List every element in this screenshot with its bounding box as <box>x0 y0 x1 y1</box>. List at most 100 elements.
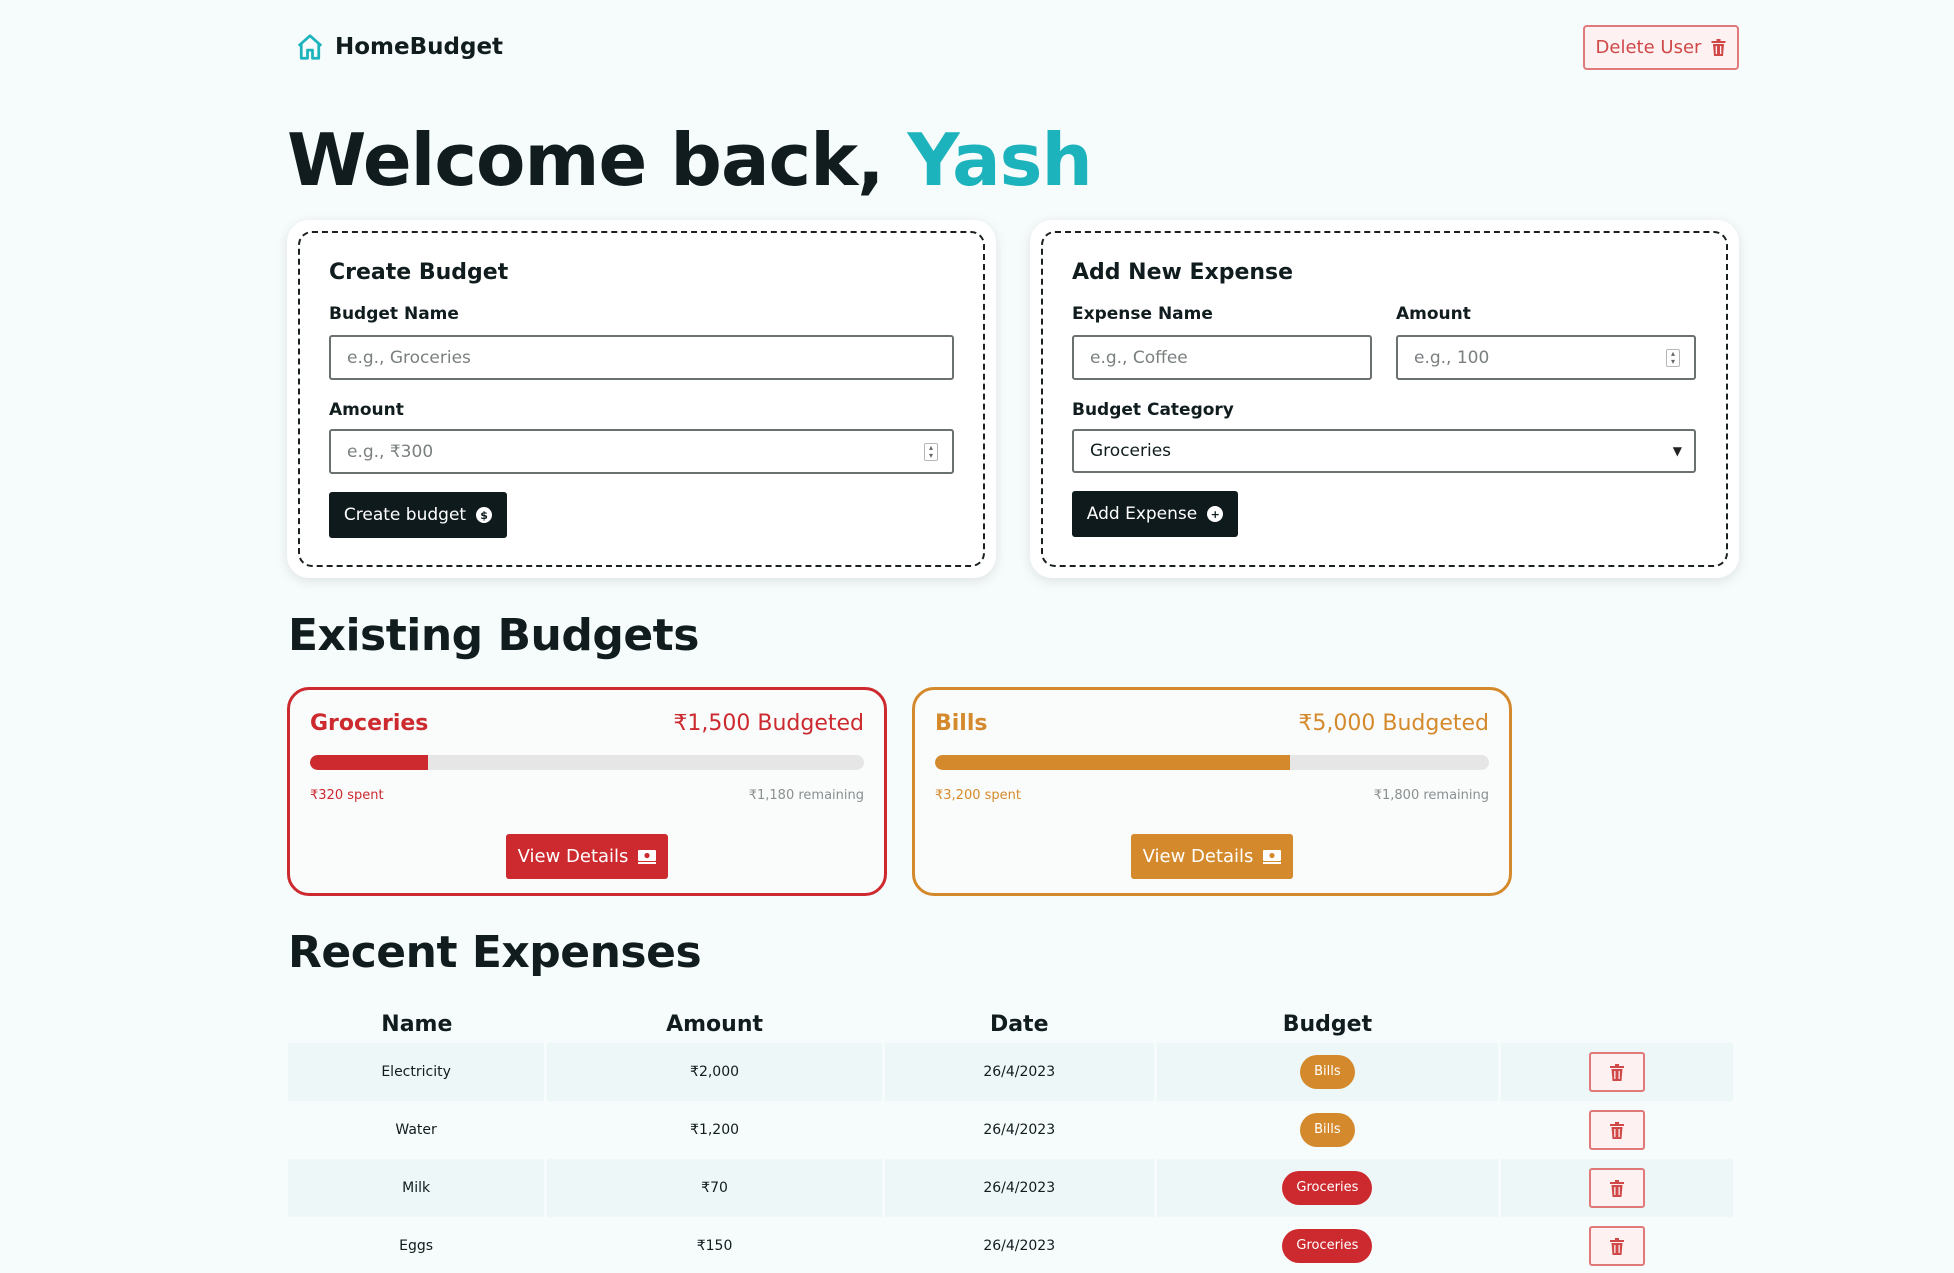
expense-amount-input[interactable]: e.g., 100 ▴ ▾ <box>1396 335 1696 380</box>
budget-progress-track <box>935 755 1489 770</box>
create-budget-card: Create Budget Budget Name e.g., Grocerie… <box>287 220 996 578</box>
cell-actions <box>1499 1217 1736 1273</box>
delete-expense-button[interactable] <box>1589 1226 1646 1266</box>
delete-user-label: Delete User <box>1595 37 1702 58</box>
header-date: Date <box>989 1011 1049 1037</box>
cell-name: Water <box>288 1101 548 1159</box>
page: HomeBudget Delete User Welcome back, Yas… <box>0 0 1954 1273</box>
expenses-table: Name Amount Date Budget Electricity ₹2,0… <box>288 1005 1736 1273</box>
add-expense-button[interactable]: Add Expense + <box>1072 491 1238 537</box>
cell-date: 26/4/2023 <box>883 1217 1157 1273</box>
brand-name: HomeBudget <box>335 34 504 60</box>
cell-amount: ₹150 <box>545 1217 885 1273</box>
chevron-down-icon: ▼ <box>1672 444 1682 458</box>
view-details-label: View Details <box>517 846 629 867</box>
table-row: Milk ₹70 26/4/2023 Groceries <box>288 1159 1736 1217</box>
welcome-prefix: Welcome back, <box>287 118 908 202</box>
view-details-button-groceries[interactable]: View Details <box>506 834 668 879</box>
cell-date: 26/4/2023 <box>883 1101 1157 1159</box>
trash-icon <box>1610 1237 1625 1255</box>
header-name: Name <box>381 1011 453 1037</box>
budget-card-name: Bills <box>935 711 988 736</box>
cell-actions <box>1499 1101 1736 1159</box>
budget-category-select[interactable]: Groceries ▼ <box>1072 429 1696 473</box>
expense-name-placeholder: e.g., Coffee <box>1090 347 1188 368</box>
expense-name-label: Expense Name <box>1072 304 1213 324</box>
brand-logo[interactable]: HomeBudget <box>295 32 503 62</box>
table-header-row: Name Amount Date Budget <box>288 1005 1735 1043</box>
expense-amount-placeholder: e.g., 100 <box>1414 347 1490 368</box>
trash-icon <box>1610 1121 1625 1139</box>
budget-progress-track <box>310 755 864 770</box>
add-expense-button-label: Add Expense <box>1086 504 1198 524</box>
delete-expense-button[interactable] <box>1589 1110 1646 1150</box>
cell-budget: Bills <box>1155 1101 1502 1159</box>
view-details-label: View Details <box>1142 846 1254 867</box>
header-amount: Amount <box>666 1011 763 1037</box>
budget-card-bills: Bills ₹5,000 Budgeted ₹3,200 spent ₹1,80… <box>912 687 1512 896</box>
budget-amount-stepper[interactable]: ▴ ▾ <box>924 443 938 461</box>
cell-date: 26/4/2023 <box>883 1159 1157 1217</box>
cell-name: Eggs <box>288 1217 548 1273</box>
budget-remaining: ₹1,800 remaining <box>1373 788 1489 803</box>
cell-name: Electricity <box>288 1043 548 1101</box>
budget-amount-input[interactable]: e.g., ₹300 ▴ ▾ <box>329 429 954 474</box>
budget-progress-fill <box>310 755 428 770</box>
budget-amount-placeholder: e.g., ₹300 <box>347 441 434 462</box>
cell-amount: ₹1,200 <box>545 1101 885 1159</box>
delete-expense-button[interactable] <box>1589 1168 1646 1208</box>
budget-badge[interactable]: Bills <box>1300 1113 1355 1147</box>
budget-remaining: ₹1,180 remaining <box>748 788 864 803</box>
header-actions <box>1500 1005 1735 1043</box>
banknote-icon <box>1263 849 1282 864</box>
create-budget-button-label: Create budget <box>343 505 467 525</box>
budget-category-label: Budget Category <box>1072 400 1234 420</box>
cell-actions <box>1499 1159 1736 1217</box>
cell-amount: ₹2,000 <box>545 1043 885 1101</box>
dollar-icon: $ <box>476 507 493 523</box>
cell-budget: Groceries <box>1155 1217 1502 1273</box>
budget-spent: ₹3,200 spent <box>935 788 1021 803</box>
trash-icon <box>1610 1063 1625 1081</box>
banknote-icon <box>638 849 657 864</box>
create-budget-button[interactable]: Create budget $ <box>329 492 507 538</box>
welcome-heading: Welcome back, Yash <box>287 118 1093 202</box>
trash-icon <box>1610 1179 1625 1197</box>
existing-budgets-heading: Existing Budgets <box>288 610 699 661</box>
delete-expense-button[interactable] <box>1589 1052 1646 1092</box>
budget-amount-label: Amount <box>329 400 404 420</box>
budget-name-placeholder: e.g., Groceries <box>347 347 471 368</box>
expense-amount-label: Amount <box>1396 304 1471 324</box>
add-expense-title: Add New Expense <box>1072 260 1294 285</box>
table-row: Electricity ₹2,000 26/4/2023 Bills <box>288 1043 1736 1101</box>
home-icon <box>297 34 323 60</box>
budget-badge[interactable]: Groceries <box>1282 1229 1373 1263</box>
trash-icon <box>1711 39 1726 56</box>
cell-amount: ₹70 <box>545 1159 885 1217</box>
budget-category-value: Groceries <box>1090 441 1172 461</box>
cell-actions <box>1499 1043 1736 1101</box>
budget-badge[interactable]: Groceries <box>1282 1171 1373 1205</box>
cell-date: 26/4/2023 <box>883 1043 1157 1101</box>
expense-amount-stepper[interactable]: ▴ ▾ <box>1666 349 1680 367</box>
header-budget: Budget <box>1282 1011 1373 1037</box>
add-expense-card: Add New Expense Expense Name e.g., Coffe… <box>1030 220 1739 578</box>
cell-budget: Bills <box>1155 1043 1502 1101</box>
view-details-button-bills[interactable]: View Details <box>1131 834 1293 879</box>
budget-card-amount: ₹5,000 Budgeted <box>1298 711 1489 736</box>
budget-badge[interactable]: Bills <box>1300 1055 1355 1089</box>
budget-name-input[interactable]: e.g., Groceries <box>329 335 954 380</box>
table-row: Water ₹1,200 26/4/2023 Bills <box>288 1101 1736 1159</box>
budget-progress-fill <box>935 755 1290 770</box>
plus-circle-icon: + <box>1207 506 1224 522</box>
budget-card-groceries: Groceries ₹1,500 Budgeted ₹320 spent ₹1,… <box>287 687 887 896</box>
table-row: Eggs ₹150 26/4/2023 Groceries <box>288 1217 1736 1273</box>
create-budget-title: Create Budget <box>329 260 509 285</box>
delete-user-button[interactable]: Delete User <box>1583 25 1739 70</box>
welcome-user-name: Yash <box>907 118 1093 202</box>
budget-card-amount: ₹1,500 Budgeted <box>673 711 864 736</box>
cell-name: Milk <box>288 1159 548 1217</box>
recent-expenses-heading: Recent Expenses <box>288 927 702 978</box>
cell-budget: Groceries <box>1155 1159 1502 1217</box>
expense-name-input[interactable]: e.g., Coffee <box>1072 335 1372 380</box>
